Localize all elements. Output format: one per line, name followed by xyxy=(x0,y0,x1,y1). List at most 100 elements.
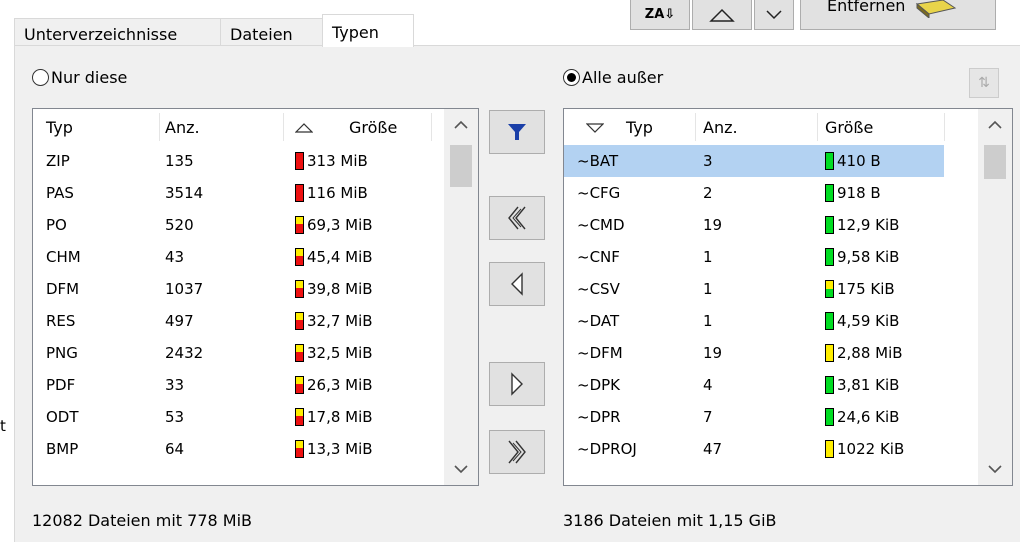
count-cell: 64 xyxy=(165,440,185,458)
col-count-header[interactable]: Anz. xyxy=(165,118,200,137)
size-cell: 69,3 MiB xyxy=(295,216,373,234)
tab-types[interactable]: Typen xyxy=(322,14,414,47)
table-row[interactable]: ZIP 135 313 MiB xyxy=(33,145,431,177)
move-left-button[interactable] xyxy=(489,262,545,306)
table-row[interactable]: ~DPROJ 47 1022 KiB xyxy=(564,433,944,465)
move-down-button[interactable] xyxy=(754,0,794,30)
size-level-bar xyxy=(295,408,304,426)
table-row[interactable]: ~DAT 1 4,59 KiB xyxy=(564,305,944,337)
table-row[interactable]: ~CMD 19 12,9 KiB xyxy=(564,209,944,241)
count-cell: 2 xyxy=(703,184,713,202)
size-level-bar xyxy=(825,312,834,330)
size-value: 39,8 MiB xyxy=(307,280,373,298)
size-level-bar xyxy=(825,408,834,426)
col-type-header[interactable]: Typ xyxy=(46,118,73,137)
remove-button[interactable]: Entfernen xyxy=(800,0,996,30)
col-size-header[interactable]: Größe xyxy=(349,118,397,137)
type-cell: ODT xyxy=(46,408,79,426)
table-row[interactable]: PNG 2432 32,5 MiB xyxy=(33,337,431,369)
table-row[interactable]: ODT 53 17,8 MiB xyxy=(33,401,431,433)
table-row[interactable]: ~DPK 4 3,81 KiB xyxy=(564,369,944,401)
filter-button[interactable] xyxy=(489,110,545,154)
table-row[interactable]: ~DFM 19 2,88 MiB xyxy=(564,337,944,369)
size-value: 4,59 KiB xyxy=(837,312,900,330)
size-level-bar xyxy=(825,376,834,394)
table-row[interactable]: PDF 33 26,3 MiB xyxy=(33,369,431,401)
scroll-thumb[interactable] xyxy=(984,145,1006,179)
size-level-bar xyxy=(295,376,304,394)
count-cell: 135 xyxy=(165,152,194,170)
table-row[interactable]: ~BAT 3 410 B xyxy=(564,145,944,177)
type-cell: ~DPK xyxy=(577,376,621,394)
scroll-up-icon xyxy=(988,120,1002,129)
size-cell: 175 KiB xyxy=(825,280,895,298)
type-cell: PAS xyxy=(46,184,74,202)
left-scrollbar[interactable] xyxy=(444,109,478,485)
table-row[interactable]: ~CFG 2 918 B xyxy=(564,177,944,209)
count-cell: 520 xyxy=(165,216,194,234)
size-level-bar xyxy=(295,344,304,362)
triangle-right-icon xyxy=(511,372,523,396)
move-all-right-button[interactable] xyxy=(489,430,545,474)
tab-subdirectories[interactable]: Unterverzeichnisse xyxy=(14,18,221,46)
table-row[interactable]: ~DPR 7 24,6 KiB xyxy=(564,401,944,433)
table-row[interactable]: CHM 43 45,4 MiB xyxy=(33,241,431,273)
sort-asc-icon xyxy=(295,123,313,133)
size-cell: 116 MiB xyxy=(295,184,368,202)
right-summary: 3186 Dateien mit 1,15 GiB xyxy=(563,511,777,530)
size-level-bar xyxy=(825,216,834,234)
type-cell: ~CMD xyxy=(577,216,625,234)
type-cell: PO xyxy=(46,216,67,234)
move-right-button[interactable] xyxy=(489,362,545,406)
size-cell: 410 B xyxy=(825,152,881,170)
table-row[interactable]: ~CNF 1 9,58 KiB xyxy=(564,241,944,273)
table-row[interactable]: BMP 64 13,3 MiB xyxy=(33,433,431,465)
type-cell: ~CSV xyxy=(577,280,620,298)
radio-circle xyxy=(32,69,49,86)
table-row[interactable]: PO 520 69,3 MiB xyxy=(33,209,431,241)
left-type-list[interactable]: Typ Anz. Größe ZIP 135 313 MiB PAS 3514 116 M… xyxy=(32,108,479,486)
filter-icon xyxy=(508,124,526,140)
count-cell: 7 xyxy=(703,408,713,426)
move-all-left-button[interactable] xyxy=(489,196,545,240)
size-cell: 13,3 MiB xyxy=(295,440,373,458)
tab-files[interactable]: Dateien xyxy=(220,18,323,46)
table-row[interactable]: DFM 1037 39,8 MiB xyxy=(33,273,431,305)
col-size-header[interactable]: Größe xyxy=(825,118,873,137)
type-cell: ~DPROJ xyxy=(577,440,637,458)
col-type-header[interactable]: Typ xyxy=(626,118,653,137)
size-level-bar xyxy=(295,312,304,330)
count-cell: 33 xyxy=(165,376,185,394)
count-cell: 3 xyxy=(703,152,713,170)
right-scrollbar[interactable] xyxy=(978,109,1012,485)
count-cell: 1037 xyxy=(165,280,204,298)
count-cell: 53 xyxy=(165,408,185,426)
sort-button[interactable]: ZA⇩ xyxy=(630,0,690,30)
left-summary: 12082 Dateien mit 778 MiB xyxy=(32,511,252,530)
table-row[interactable]: PAS 3514 116 MiB xyxy=(33,177,431,209)
swap-button[interactable]: ⇅ xyxy=(969,68,999,98)
size-value: 32,5 MiB xyxy=(307,344,373,362)
col-count-header[interactable]: Anz. xyxy=(703,118,738,137)
scroll-up-icon xyxy=(454,120,468,129)
radio-circle-checked xyxy=(563,69,580,86)
radio-only-these[interactable]: Nur diese xyxy=(32,68,127,87)
scroll-thumb[interactable] xyxy=(450,145,472,187)
radio-only-these-label: Nur diese xyxy=(51,68,128,87)
table-row[interactable]: ~CSV 1 175 KiB xyxy=(564,273,944,305)
size-value: 45,4 MiB xyxy=(307,248,373,266)
size-value: 32,7 MiB xyxy=(307,312,373,330)
move-up-button[interactable] xyxy=(692,0,752,30)
size-cell: 313 MiB xyxy=(295,152,368,170)
remove-label: Entfernen xyxy=(827,0,906,15)
size-cell: 45,4 MiB xyxy=(295,248,373,266)
table-row[interactable]: RES 497 32,7 MiB xyxy=(33,305,431,337)
right-type-list[interactable]: Typ Anz. Größe ~BAT 3 410 B ~CFG 2 918 B ~CMD 1… xyxy=(563,108,1013,486)
chevron-down-icon xyxy=(766,9,782,19)
type-cell: ~CFG xyxy=(577,184,621,202)
size-level-bar xyxy=(825,248,834,266)
count-cell: 1 xyxy=(703,280,713,298)
size-value: 175 KiB xyxy=(837,280,895,298)
count-cell: 1 xyxy=(703,312,713,330)
radio-all-except[interactable]: Alle außer xyxy=(563,68,663,87)
